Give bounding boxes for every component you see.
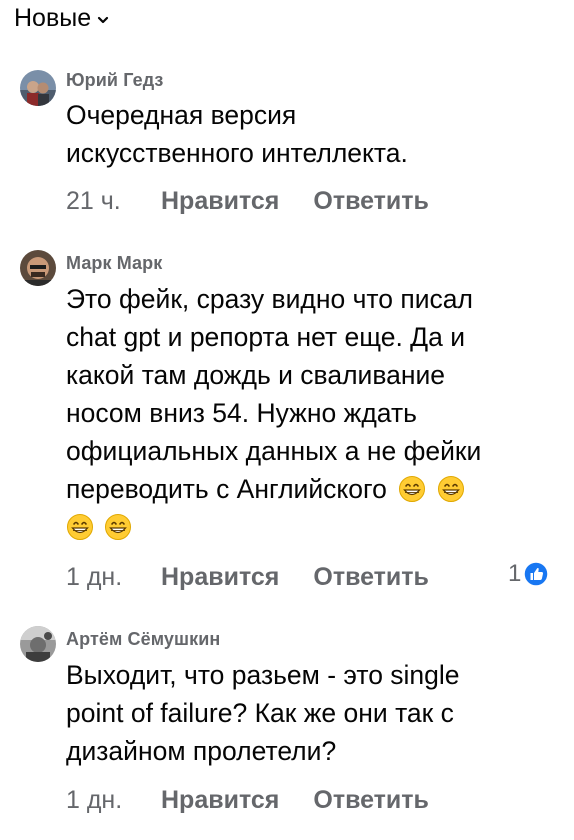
avatar[interactable] [20,70,56,106]
comment-text-line: переводить с Английского [66,470,546,508]
reaction-count-value: 1 [508,560,522,587]
comment-text-line: Это фейк, сразу видно что писал [66,284,473,314]
comment-time[interactable]: 1 дн. [66,786,161,815]
grinning-face-emoji [105,514,132,540]
avatar[interactable] [20,250,56,286]
comment-actions: 21 ч. Нравится Ответить [66,187,463,216]
like-icon [523,561,550,587]
sort-dropdown[interactable]: Новые [14,4,109,33]
grinning-face-emoji [399,476,426,502]
comment-text: Выходит, что разьем - это single point o… [66,656,546,770]
comment-text-line: chat gpt и репорта нет еще. Да и [66,322,466,352]
comment-emoji-line [66,508,546,546]
like-button[interactable]: Нравится [161,187,279,216]
comment-text-line: point of failure? Как же они так с [66,698,454,728]
reaction-count[interactable]: 1 [508,560,550,588]
like-button[interactable]: Нравится [161,786,279,815]
reply-button[interactable]: Ответить [313,563,429,592]
comment-time[interactable]: 21 ч. [66,187,161,216]
comment-text: Это фейк, сразу видно что писал chat gpt… [66,280,546,546]
comment-text-line: Очередная версия [66,100,297,130]
comment-actions: 1 дн. Нравится Ответить [66,786,463,815]
comment-text-line: официальных данных а не фейки [66,436,482,466]
comment-text-fragment: переводить с Английского [66,474,387,504]
reply-button[interactable]: Ответить [313,187,429,216]
chevron-down-icon [98,16,109,24]
comment-time[interactable]: 1 дн. [66,563,161,592]
like-button[interactable]: Нравится [161,563,279,592]
comment-text-line: искусственного интеллекта. [66,138,408,168]
comment-text-line: Выходит, что разьем - это single [66,660,460,690]
sort-label: Новые [14,4,92,32]
comment-author[interactable]: Юрий Гедз [66,70,163,91]
reply-button[interactable]: Ответить [313,786,429,815]
comment-text-line: какой там дождь и сваливание [66,360,446,390]
comment-author[interactable]: Марк Марк [66,253,162,274]
grinning-face-emoji [67,514,93,540]
comment-text-line: носом вниз 54. Нужно ждать [66,398,417,428]
comment-author[interactable]: Артём Сёмушкин [66,629,220,650]
grinning-face-emoji [437,476,464,502]
comment-actions: 1 дн. Нравится Ответить [66,563,463,592]
avatar[interactable] [20,626,56,662]
comment-text-line: дизайном пролетели? [66,736,337,766]
comment-text: Очередная версия искусственного интеллек… [66,96,546,172]
